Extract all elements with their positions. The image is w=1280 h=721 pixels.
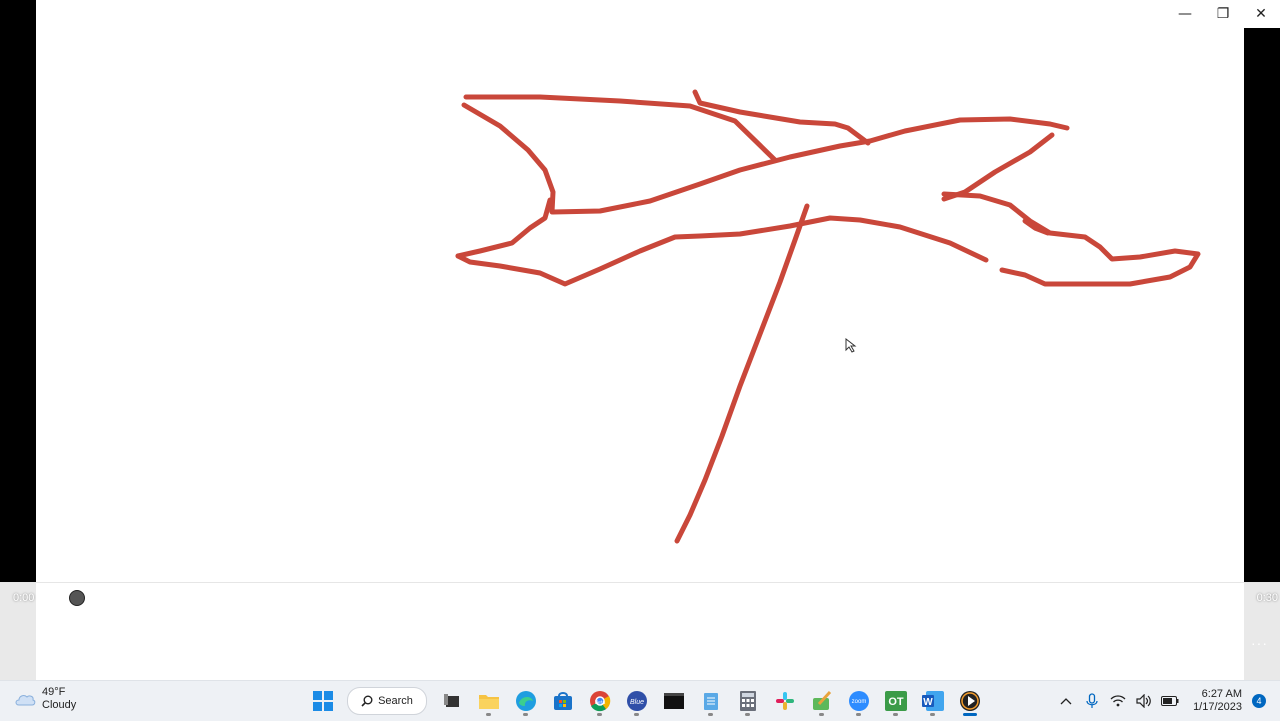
zoom-icon: zoom bbox=[848, 691, 869, 711]
running-indicator bbox=[523, 713, 528, 716]
active-indicator bbox=[963, 713, 977, 716]
search-label: Search bbox=[378, 695, 413, 707]
show-hidden-icons-button[interactable] bbox=[1057, 691, 1075, 711]
slack-button[interactable] bbox=[768, 685, 801, 717]
taskbar: 49°F Cloudy Search Beta Blue zoom OT W 6… bbox=[0, 680, 1280, 721]
clock-date: 1/17/2023 bbox=[1193, 701, 1242, 713]
wifi-icon bbox=[1110, 695, 1126, 707]
microphone-button[interactable] bbox=[1083, 691, 1101, 711]
battery-icon bbox=[1161, 696, 1179, 706]
terminal-icon bbox=[663, 693, 684, 709]
system-tray: 6:27 AM 1/17/2023 4 bbox=[1057, 685, 1266, 717]
running-indicator bbox=[708, 713, 713, 716]
battery-button[interactable] bbox=[1161, 691, 1179, 711]
file-explorer-button[interactable] bbox=[472, 685, 505, 717]
blue-app-button[interactable]: Blue bbox=[620, 685, 653, 717]
chrome-beta-button[interactable]: Beta bbox=[583, 685, 616, 717]
word-icon: W bbox=[921, 691, 944, 711]
sketch-stroke-string bbox=[674, 203, 810, 544]
clock[interactable]: 6:27 AM 1/17/2023 bbox=[1193, 688, 1242, 714]
otter-icon: OT bbox=[884, 691, 907, 711]
taskbar-apps: Search Beta Blue zoom OT W bbox=[306, 685, 986, 717]
media-player-button[interactable] bbox=[953, 685, 986, 717]
chrome-beta-icon: Beta bbox=[589, 691, 610, 712]
volume-button[interactable] bbox=[1135, 691, 1153, 711]
word-button[interactable]: W bbox=[916, 685, 949, 717]
paint-button[interactable] bbox=[805, 685, 838, 717]
slack-icon bbox=[775, 692, 794, 710]
weather-condition: Cloudy bbox=[42, 699, 77, 711]
total-time: 0:30 bbox=[1256, 592, 1278, 604]
chevron-up-icon bbox=[1060, 698, 1072, 705]
mouse-pointer-icon bbox=[845, 338, 857, 353]
blue-app-label: Blue bbox=[629, 699, 643, 706]
otter-button[interactable]: OT bbox=[879, 685, 912, 717]
folder-icon bbox=[478, 695, 499, 709]
sketch-stroke-nose bbox=[455, 197, 553, 259]
running-indicator bbox=[745, 713, 750, 716]
notepad-icon bbox=[703, 693, 718, 710]
task-view-button[interactable] bbox=[435, 685, 468, 717]
blue-app-icon: Blue bbox=[626, 691, 647, 711]
seek-thumb[interactable] bbox=[69, 590, 85, 606]
microphone-icon bbox=[1086, 693, 1098, 708]
current-time: 0:00 bbox=[13, 592, 35, 604]
clock-time: 6:27 AM bbox=[1201, 688, 1242, 700]
running-indicator bbox=[930, 713, 935, 716]
media-player-icon bbox=[959, 691, 980, 711]
player-controls: 0:00 0:30 ··· bbox=[0, 582, 1280, 681]
search-icon bbox=[361, 695, 373, 707]
running-indicator bbox=[856, 713, 861, 716]
sketch-drawing bbox=[455, 89, 1201, 544]
otter-label: OT bbox=[888, 696, 904, 708]
paint-icon bbox=[812, 690, 831, 710]
weather-temp: 49°F bbox=[42, 686, 66, 698]
notification-badge[interactable]: 4 bbox=[1252, 694, 1266, 708]
zoom-label: zoom bbox=[851, 699, 866, 705]
sketch-stroke-wing-left-curve bbox=[461, 102, 556, 215]
store-icon bbox=[553, 692, 572, 710]
windows-logo-icon bbox=[312, 691, 333, 711]
terminal-button[interactable] bbox=[657, 685, 690, 717]
drawing-canvas[interactable] bbox=[36, 0, 1244, 582]
sketch-stroke-tail-lower bbox=[941, 191, 1201, 287]
calculator-button[interactable] bbox=[731, 685, 764, 717]
wifi-button[interactable] bbox=[1109, 691, 1127, 711]
more-options-button[interactable]: ··· bbox=[1251, 635, 1268, 651]
weather-widget[interactable]: 49°F Cloudy bbox=[14, 686, 76, 712]
sketch-stroke-tail-upper bbox=[941, 132, 1055, 202]
running-indicator bbox=[486, 713, 491, 716]
start-button[interactable] bbox=[306, 685, 339, 717]
calculator-icon bbox=[739, 691, 756, 711]
store-button[interactable] bbox=[546, 685, 579, 717]
running-indicator bbox=[634, 713, 639, 716]
running-indicator bbox=[893, 713, 898, 716]
edge-button[interactable] bbox=[509, 685, 542, 717]
chrome-beta-badge: Beta bbox=[594, 700, 605, 706]
notepad-button[interactable] bbox=[694, 685, 727, 717]
running-indicator bbox=[819, 713, 824, 716]
edge-icon bbox=[515, 691, 536, 711]
sketch-stroke-upper-wing bbox=[463, 94, 778, 163]
cloud-icon bbox=[15, 695, 36, 706]
running-indicator bbox=[597, 713, 602, 716]
speaker-icon bbox=[1136, 694, 1151, 708]
zoom-button[interactable]: zoom bbox=[842, 685, 875, 717]
sketch-stroke-belly bbox=[455, 215, 989, 287]
word-label: W bbox=[923, 697, 933, 708]
taskbar-search-button[interactable]: Search bbox=[347, 687, 427, 715]
task-view-icon bbox=[443, 694, 459, 707]
